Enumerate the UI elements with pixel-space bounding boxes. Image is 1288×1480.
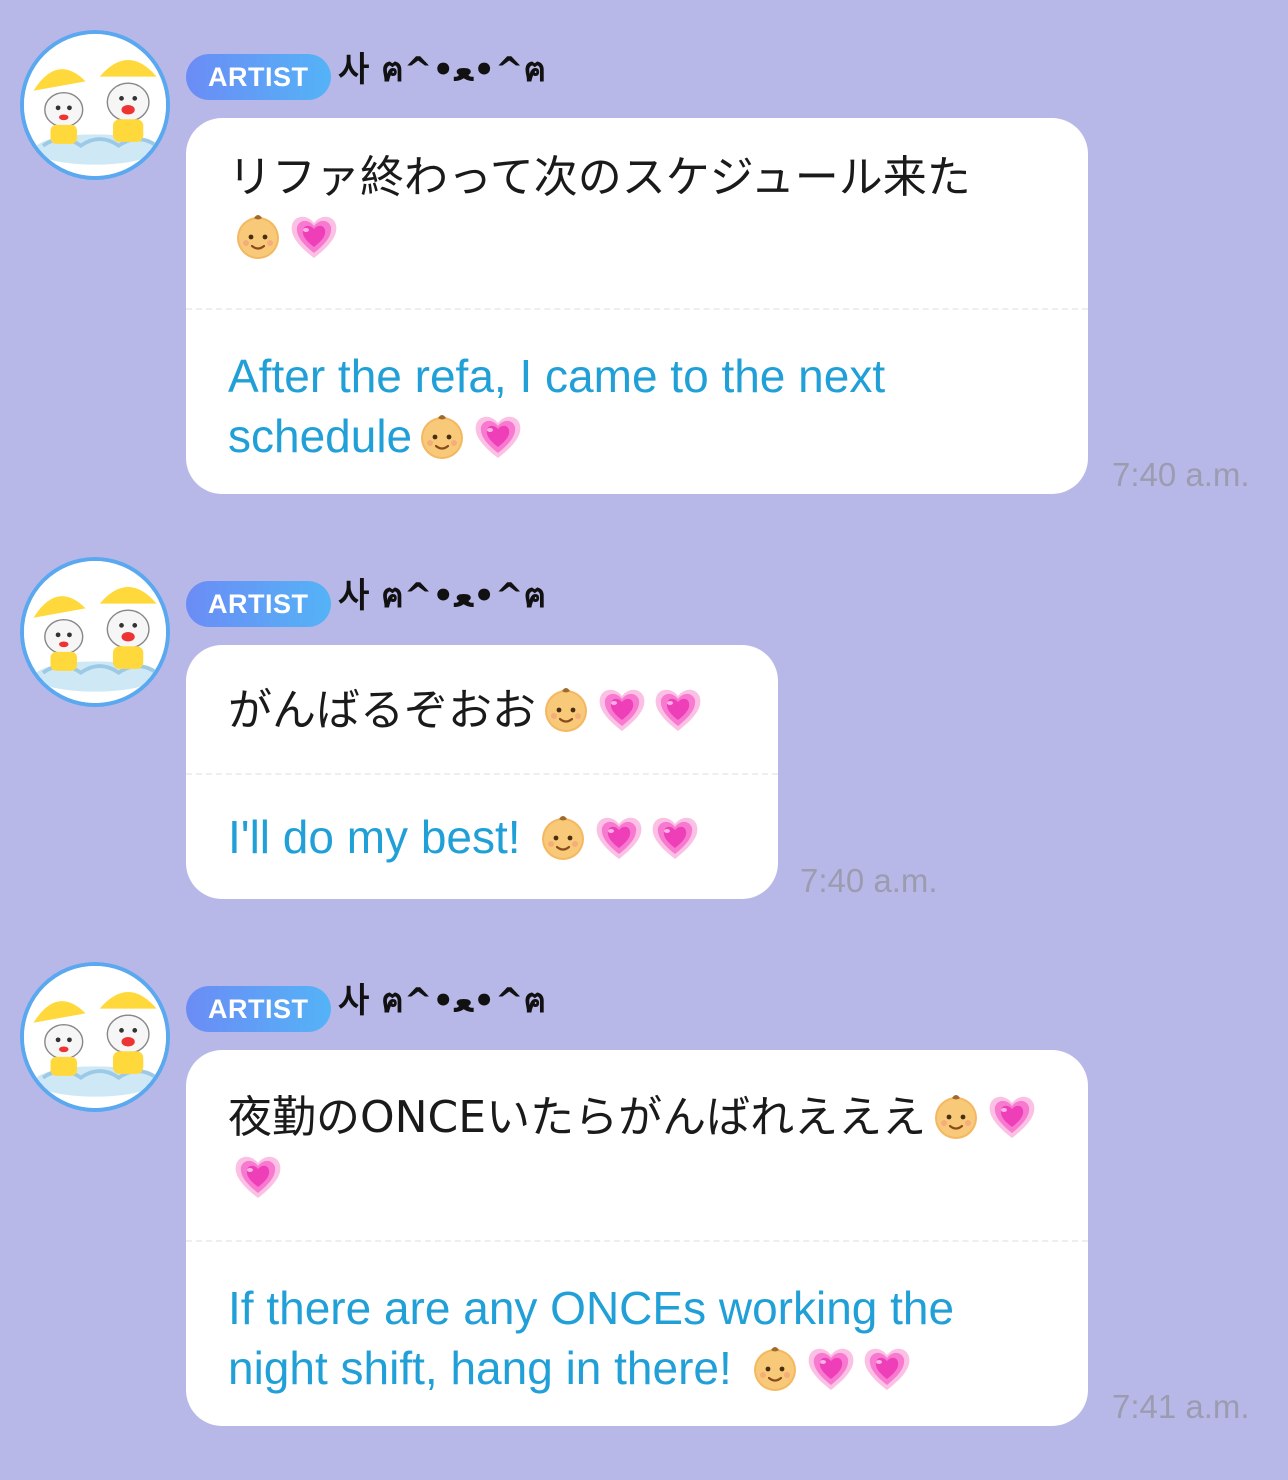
translation-divider (186, 773, 778, 775)
growing-pink-heart-emoji-icon (805, 1342, 857, 1394)
growing-pink-heart-emoji-icon (861, 1342, 913, 1394)
message-bubble[interactable]: リファ終わって次のスケジュール来た After the refa, I came… (186, 118, 1088, 494)
message-timestamp: 7:40 a.m. (800, 862, 938, 899)
baby-face-emoji-icon (749, 1342, 801, 1394)
growing-pink-heart-emoji-icon (472, 410, 524, 462)
original-text-line: リファ終わって次のスケジュール来た (228, 152, 971, 203)
sender-name: 사 ฅ^•ﻌ•^ฅ (338, 576, 547, 616)
message-bubble[interactable]: 夜勤のONCEいたらがんばれえええ If there are any ONCEs… (186, 1050, 1088, 1426)
cartoon-cat-avatar-icon (24, 34, 166, 176)
translation-divider (186, 308, 1088, 310)
translation-divider (186, 1240, 1088, 1242)
growing-pink-heart-emoji-icon (986, 1090, 1038, 1142)
original-text-line: 夜勤のONCEいたらがんばれえええ (228, 1092, 927, 1143)
artist-avatar[interactable] (20, 557, 170, 707)
baby-face-emoji-icon (537, 811, 589, 863)
growing-pink-heart-emoji-icon (593, 811, 645, 863)
growing-pink-heart-emoji-icon (652, 683, 704, 735)
artist-avatar[interactable] (20, 30, 170, 180)
original-text-line: がんばるぞおお (228, 685, 536, 736)
growing-pink-heart-emoji-icon (596, 683, 648, 735)
original-text: 夜勤のONCEいたらがんばれえええ (228, 1088, 1038, 1208)
translation-text-line: night shift, hang in there! (228, 1342, 745, 1394)
baby-face-emoji-icon (930, 1090, 982, 1142)
original-text: リファ終わって次のスケジュール来た (228, 148, 971, 268)
growing-pink-heart-emoji-icon (232, 1150, 284, 1202)
translation-text-line: If there are any ONCEs working the (228, 1282, 955, 1334)
artist-avatar[interactable] (20, 962, 170, 1112)
translation-text: I'll do my best! (228, 807, 701, 867)
message-timestamp: 7:40 a.m. (1112, 456, 1250, 493)
baby-face-emoji-icon (540, 683, 592, 735)
artist-badge: ARTIST (186, 986, 331, 1032)
growing-pink-heart-emoji-icon (649, 811, 701, 863)
baby-face-emoji-icon (416, 410, 468, 462)
original-text: がんばるぞおお (228, 681, 704, 741)
message-bubble[interactable]: がんばるぞおお I'll do my best! (186, 645, 778, 899)
cartoon-cat-avatar-icon (24, 561, 166, 703)
baby-face-emoji-icon (232, 210, 284, 262)
translation-text-line: I'll do my best! (228, 811, 534, 863)
sender-name: 사 ฅ^•ﻌ•^ฅ (338, 981, 547, 1021)
artist-badge: ARTIST (186, 581, 331, 627)
translation-text: After the refa, I came to the next sched… (228, 346, 885, 466)
message-timestamp: 7:41 a.m. (1112, 1388, 1250, 1425)
artist-badge: ARTIST (186, 54, 331, 100)
sender-name: 사 ฅ^•ﻌ•^ฅ (338, 50, 547, 90)
translation-text-line: schedule (228, 410, 413, 462)
translation-text: If there are any ONCEs working the night… (228, 1278, 954, 1398)
translation-text-line: After the refa, I came to the next (228, 350, 886, 402)
growing-pink-heart-emoji-icon (288, 210, 340, 262)
cartoon-cat-avatar-icon (24, 966, 166, 1108)
